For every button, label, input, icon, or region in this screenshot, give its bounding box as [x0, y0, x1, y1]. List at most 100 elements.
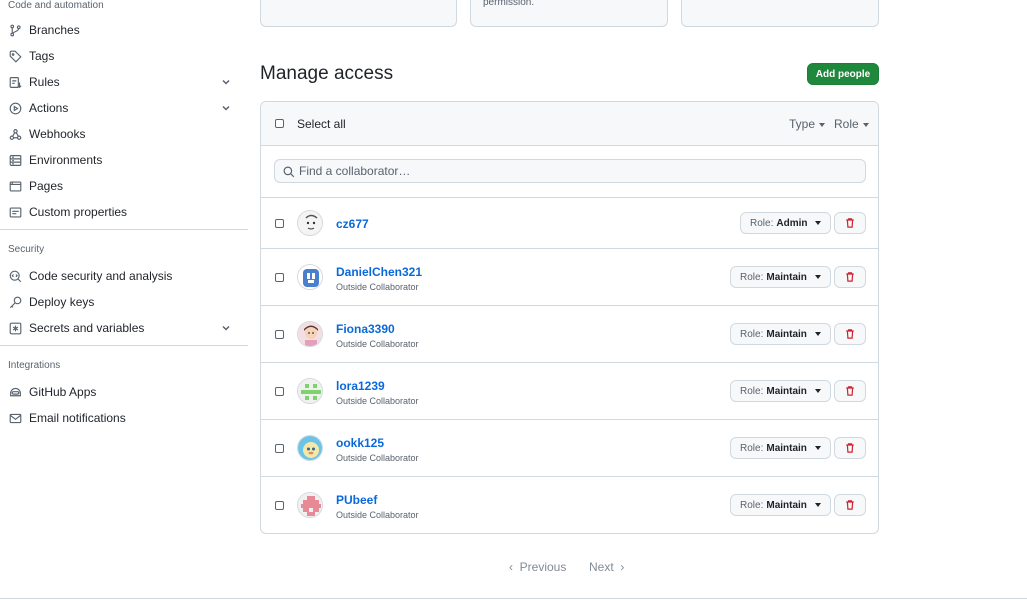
- sidebar-item-email-notifications[interactable]: Email notifications: [0, 406, 246, 430]
- role-filter[interactable]: Role: [834, 117, 869, 131]
- sidebar-item-label: Webhooks: [29, 127, 86, 141]
- sidebar-item-webhooks[interactable]: Webhooks: [0, 122, 246, 146]
- sidebar-item-label: Tags: [29, 49, 55, 63]
- type-filter[interactable]: Type: [789, 117, 826, 131]
- sidebar-item-deploy-keys[interactable]: Deploy keys: [0, 290, 246, 314]
- row-checkbox[interactable]: [275, 444, 284, 453]
- collaborator-row: Fiona3390 Outside Collaborator Role: Main…: [261, 306, 878, 363]
- collaborator-name[interactable]: Fiona3390: [336, 322, 395, 336]
- collaborator-row: lora1239 Outside Collaborator Role: Maint…: [261, 363, 878, 420]
- collaborator-row: cz677 Role: Admin: [261, 198, 878, 249]
- sidebar-item-github-apps[interactable]: GitHub Apps: [0, 380, 246, 404]
- row-checkbox[interactable]: [275, 219, 284, 228]
- add-people-button[interactable]: Add people: [807, 63, 879, 85]
- sidebar-item-label: Rules: [29, 75, 60, 89]
- remove-collaborator-button[interactable]: [834, 380, 866, 402]
- remove-collaborator-button[interactable]: [834, 494, 866, 516]
- sidebar-divider: [0, 345, 248, 346]
- footer-divider: [0, 598, 1027, 599]
- caret-down-icon: [862, 122, 869, 127]
- avatar: [297, 210, 323, 236]
- avatar: [297, 321, 323, 347]
- sidebar-item-label: Email notifications: [29, 411, 126, 425]
- trash-icon: [846, 386, 854, 396]
- previous-page-button[interactable]: ‹ Previous: [509, 560, 566, 574]
- sidebar-item-label: Custom properties: [29, 205, 128, 219]
- search-icon: [283, 165, 295, 178]
- collaborator-name[interactable]: ookk125: [336, 436, 384, 450]
- trash-icon: [846, 329, 854, 339]
- settings-sidebar: Code and automation Branches Tags Rules …: [0, 0, 248, 600]
- remove-collaborator-button[interactable]: [834, 266, 866, 288]
- row-checkbox[interactable]: [275, 501, 284, 510]
- collaborator-name[interactable]: DanielChen321: [336, 265, 422, 279]
- collaborator-type: Outside Collaborator: [336, 339, 419, 349]
- sidebar-divider: [0, 229, 248, 230]
- hubot-icon: [9, 386, 22, 399]
- sidebar-item-actions[interactable]: Actions: [0, 96, 246, 120]
- sidebar-item-secrets[interactable]: Secrets and variables: [0, 316, 246, 340]
- chevron-right-icon: ›: [620, 560, 625, 574]
- sidebar-item-code-security[interactable]: Code security and analysis: [0, 264, 246, 288]
- sidebar-item-label: Secrets and variables: [29, 321, 145, 335]
- sidebar-item-label: Code security and analysis: [29, 269, 173, 283]
- chevron-down-icon[interactable]: [220, 322, 232, 334]
- sidebar-item-pages[interactable]: Pages: [0, 174, 246, 198]
- select-all-checkbox[interactable]: [275, 119, 284, 128]
- caret-down-icon: [814, 503, 821, 507]
- caret-down-icon: [814, 446, 821, 450]
- caret-down-icon: [819, 122, 826, 127]
- collaborator-name[interactable]: cz677: [336, 217, 369, 231]
- select-all-label: Select all: [297, 117, 346, 131]
- role-dropdown[interactable]: Role: Maintain: [730, 494, 831, 516]
- info-card: [260, 0, 457, 27]
- server-icon: [9, 154, 22, 167]
- row-checkbox[interactable]: [275, 387, 284, 396]
- collaborator-name[interactable]: lora1239: [336, 379, 385, 393]
- security-heading: Security: [8, 244, 45, 255]
- panel-header: Select all Type Role: [261, 102, 878, 146]
- sidebar-item-branches[interactable]: Branches: [0, 18, 246, 42]
- note-icon: [9, 206, 22, 219]
- collaborator-name[interactable]: PUbeef: [336, 493, 377, 507]
- avatar: [297, 378, 323, 404]
- sidebar-item-label: Pages: [29, 179, 64, 193]
- collaborator-row: PUbeef Outside Collaborator Role: Maintai…: [261, 477, 878, 533]
- trash-icon: [846, 272, 854, 282]
- chevron-down-icon[interactable]: [220, 76, 232, 88]
- trash-icon: [846, 218, 854, 228]
- collaborators-panel: Select all Type Role cz677 Role:Admin Da…: [260, 101, 879, 534]
- collaborator-row: DanielChen321 Outside Collaborator Role:…: [261, 249, 878, 306]
- info-card: permission.: [470, 0, 668, 27]
- role-dropdown[interactable]: Role: Maintain: [730, 266, 831, 288]
- chevron-down-icon[interactable]: [220, 102, 232, 114]
- sidebar-item-environments[interactable]: Environments: [0, 148, 246, 172]
- info-card: [681, 0, 879, 27]
- caret-down-icon: [814, 389, 821, 393]
- integrations-heading: Integrations: [8, 360, 61, 371]
- remove-collaborator-button[interactable]: [834, 437, 866, 459]
- role-dropdown[interactable]: Role: Maintain: [730, 323, 831, 345]
- collaborator-type: Outside Collaborator: [336, 510, 419, 520]
- chevron-left-icon: ‹: [509, 560, 513, 574]
- role-dropdown[interactable]: Role: Admin: [740, 212, 832, 234]
- key-icon: [9, 296, 22, 309]
- remove-collaborator-button[interactable]: [834, 212, 866, 234]
- row-checkbox[interactable]: [275, 330, 284, 339]
- row-checkbox[interactable]: [275, 273, 284, 282]
- search-row: [261, 146, 878, 198]
- remove-collaborator-button[interactable]: [834, 323, 866, 345]
- role-dropdown[interactable]: Role: Maintain: [730, 380, 831, 402]
- webhook-icon: [9, 128, 22, 141]
- collaborator-type: Outside Collaborator: [336, 453, 419, 463]
- sidebar-item-rules[interactable]: Rules: [0, 70, 246, 94]
- sidebar-item-custom-properties[interactable]: Custom properties: [0, 200, 246, 224]
- search-box[interactable]: [274, 159, 866, 183]
- avatar: [297, 492, 323, 518]
- role-dropdown[interactable]: Role: Maintain: [730, 437, 831, 459]
- avatar: [297, 264, 323, 290]
- next-page-button[interactable]: Next ›: [589, 560, 624, 574]
- sidebar-item-label: Deploy keys: [29, 295, 95, 309]
- sidebar-item-tags[interactable]: Tags: [0, 44, 246, 68]
- search-input[interactable]: [299, 162, 859, 180]
